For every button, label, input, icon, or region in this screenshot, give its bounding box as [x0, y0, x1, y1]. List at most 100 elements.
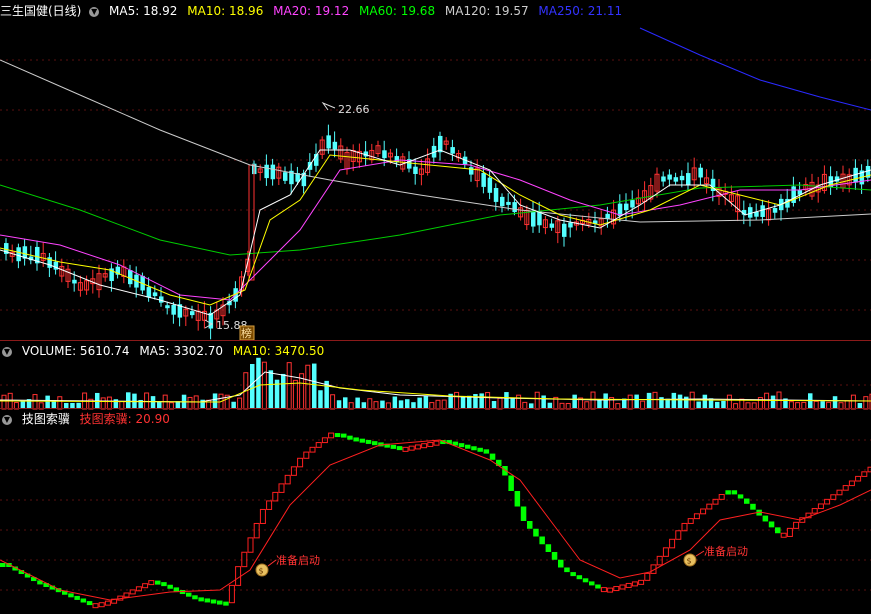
indicator-bar: [372, 441, 378, 446]
volume-bar: [764, 392, 770, 410]
indicator-bar: [793, 521, 800, 529]
chart-canvas[interactable]: 22.66 15.88 榜 $ 准备启动 $ 准备启动: [0, 0, 871, 614]
indicator-bar: [328, 432, 335, 439]
indicator-bar: [192, 595, 198, 600]
candle-body: [679, 175, 685, 181]
indicator-bar: [161, 582, 167, 587]
volume-bar: [770, 395, 776, 409]
indicator-bar: [0, 563, 6, 567]
candle-body: [190, 311, 195, 316]
collapse-toggle-icon[interactable]: ▼: [2, 414, 12, 425]
indicator-bar: [396, 446, 403, 451]
indicator-bar: [266, 500, 273, 510]
indicator-line: [0, 439, 871, 601]
indicator-bar: [750, 503, 756, 510]
indicator-bar: [675, 530, 682, 540]
signal-label: 准备启动: [704, 544, 748, 558]
volume-bar: [454, 391, 460, 410]
indicator-steps: [0, 432, 871, 609]
indicator-bar: [595, 584, 601, 589]
indicator-bar: [662, 547, 669, 557]
indicator-bar: [861, 471, 868, 477]
ma60-label: MA60: 19.68: [359, 4, 436, 18]
volume-bar: [726, 394, 732, 410]
indicator-bar: [631, 581, 638, 587]
volume-bar: [268, 370, 274, 409]
badge-text[interactable]: 榜: [241, 326, 252, 340]
indicator-bar: [74, 595, 80, 600]
vol-ma5-label: MA5: 3302.70: [139, 344, 224, 358]
ma250-line: [639, 27, 871, 111]
indicator-bar: [253, 522, 260, 539]
volume-bar: [603, 393, 608, 409]
indicator-bar: [421, 443, 428, 449]
indicator-bar: [217, 600, 223, 605]
signal-marker-2[interactable]: $ 准备启动: [683, 544, 748, 567]
indicator-bar: [669, 538, 676, 549]
volume-bar: [485, 392, 491, 410]
candle-body: [283, 172, 288, 181]
indicator-bar: [842, 485, 849, 491]
indicator-trend-line: [0, 439, 871, 601]
collapse-toggle-icon[interactable]: ▼: [2, 346, 12, 357]
candle-body: [772, 208, 778, 213]
indicator-bar: [86, 601, 93, 606]
indicator-bar: [489, 453, 496, 460]
stock-title[interactable]: 三生国健(日线): [0, 4, 81, 18]
volume-bar: [423, 395, 429, 409]
volume-panel-header: ▼ VOLUME: 5610.74 MA5: 3302.70 MA10: 347…: [0, 343, 330, 359]
indicator-bar: [259, 508, 266, 524]
volume-bar: [250, 364, 255, 409]
indicator-bar: [465, 444, 471, 449]
volume-bar: [850, 394, 856, 410]
volume-bar: [677, 394, 683, 409]
indicator-bar: [148, 580, 155, 586]
indicator-bar: [483, 449, 490, 454]
volume-bar: [126, 392, 131, 409]
candle-body: [512, 202, 517, 213]
candle-body: [667, 174, 672, 180]
volume-ma-lines: [0, 371, 871, 403]
indicator-bar: [836, 489, 843, 496]
candlesticks: [4, 124, 871, 340]
indicator-bar: [223, 601, 229, 606]
ma10-label: MA10: 18.96: [187, 4, 264, 18]
indicator-bar: [68, 593, 74, 598]
indicator-bar: [390, 444, 397, 449]
candle-body: [469, 167, 474, 175]
indicator-bar: [173, 587, 180, 592]
indicator-bar: [768, 521, 775, 528]
indicator-bar: [155, 580, 161, 585]
indicator-bar: [359, 438, 366, 443]
volume-bar: [634, 394, 639, 409]
indicator-bar: [811, 508, 818, 514]
indicator-bar: [514, 491, 521, 507]
candle-body: [673, 177, 679, 182]
candle-body: [270, 164, 276, 180]
candle-body: [748, 207, 753, 218]
signal-marker-1[interactable]: $ 准备启动: [255, 553, 320, 577]
indicator-bar: [551, 552, 558, 560]
indicator-bar: [80, 598, 87, 603]
indicator-bar: [737, 494, 744, 499]
candle-body: [171, 304, 176, 315]
indicator-bar: [545, 544, 552, 552]
indicator-bar: [687, 518, 694, 524]
indicator-bar: [775, 527, 781, 534]
grid-lines: [0, 59, 871, 591]
candle-body: [698, 167, 703, 178]
indicator-bar: [625, 582, 632, 588]
indicator-bar: [564, 567, 570, 573]
volume-bar: [286, 362, 292, 410]
indicator-bar: [235, 566, 242, 586]
indicator-name[interactable]: 技图索骥: [22, 412, 70, 426]
ma120-line: [0, 59, 871, 223]
indicator-bar: [855, 475, 862, 482]
candle-body: [413, 166, 418, 174]
indicator-bar: [204, 598, 211, 603]
indicator-bar: [167, 584, 173, 589]
collapse-toggle-icon[interactable]: ▼: [89, 6, 100, 17]
indicator-bar: [619, 584, 626, 590]
indicator-bar: [414, 444, 421, 450]
indicator-bar: [347, 435, 353, 440]
